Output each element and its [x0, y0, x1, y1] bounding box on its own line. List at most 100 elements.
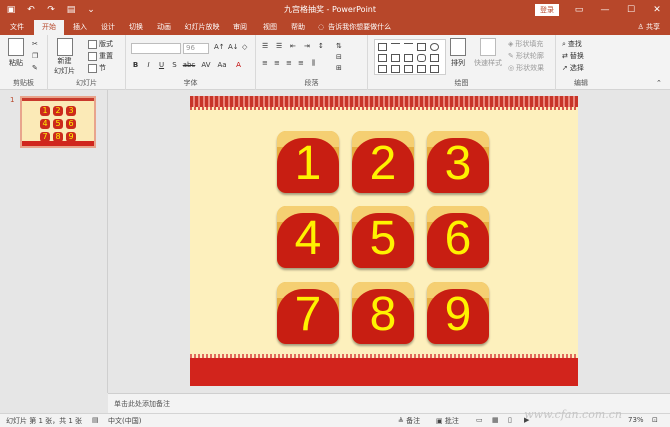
collapse-ribbon-icon[interactable]: ⌃	[656, 79, 662, 87]
font-color-button[interactable]: A	[234, 61, 243, 70]
line-spacing-icon[interactable]: ↕	[318, 42, 324, 50]
grid-cell-3[interactable]: 3	[427, 131, 489, 193]
tab-slide-show[interactable]: 幻灯片放映	[182, 20, 222, 35]
paste-button[interactable]: 粘贴	[8, 38, 24, 68]
login-button[interactable]: 登录	[535, 4, 559, 16]
smartart-icon[interactable]: ⊞	[336, 64, 342, 72]
slide-thumbnail[interactable]: 123456789	[20, 96, 96, 148]
format-painter-icon[interactable]: ✎	[32, 64, 38, 72]
grid-cell-5[interactable]: 5	[352, 206, 414, 268]
close-icon[interactable]: ✕	[644, 0, 670, 20]
justify-icon[interactable]: ≡	[298, 59, 304, 67]
slide-sorter-icon[interactable]: ▦	[492, 416, 499, 424]
font-name-field[interactable]	[131, 43, 181, 54]
copy-icon[interactable]: ❐	[32, 52, 38, 60]
italic-button[interactable]: I	[144, 61, 153, 70]
reading-view-icon[interactable]: ▯	[508, 416, 512, 424]
tab-design[interactable]: 设计	[96, 20, 120, 35]
tab-transitions[interactable]: 切换	[124, 20, 148, 35]
minimize-icon[interactable]: —	[592, 0, 618, 20]
numbering-icon[interactable]: ☰	[276, 42, 282, 50]
shape-line-icon[interactable]	[404, 43, 413, 51]
grid-cell-7[interactable]: 7	[277, 282, 339, 344]
align-left-icon[interactable]: ≡	[262, 59, 268, 67]
shape-effects-button[interactable]: ◎ 形状效果	[508, 63, 544, 73]
decrease-indent-icon[interactable]: ⇤	[290, 42, 296, 50]
grid-cell-8[interactable]: 8	[352, 282, 414, 344]
select-button[interactable]: ➚ 选择	[562, 63, 584, 73]
normal-view-icon[interactable]: ▭	[476, 416, 483, 424]
find-button[interactable]: ⌕ 查找	[562, 39, 582, 49]
start-from-beginning-icon[interactable]: ▤	[64, 3, 78, 17]
change-case-button[interactable]: Aa	[216, 61, 228, 70]
more-shapes-icon[interactable]	[430, 65, 439, 73]
ribbon-display-options-icon[interactable]: ▭	[566, 0, 592, 20]
shape-outline-button[interactable]: ✎ 形状轮廓	[508, 51, 544, 61]
share-button[interactable]: ♙ 共享	[637, 20, 660, 35]
clear-formatting-icon[interactable]: ◇	[242, 43, 247, 51]
new-slide-button[interactable]: 新建 幻灯片	[54, 38, 75, 76]
accessibility-icon[interactable]: ▤	[92, 416, 99, 424]
shape-star-icon[interactable]	[417, 65, 426, 73]
increase-font-icon[interactable]: A↑	[214, 43, 225, 51]
font-size-field[interactable]: 96	[183, 43, 209, 54]
text-direction-icon[interactable]: ⇅	[336, 42, 342, 50]
tell-me-box[interactable]: ◌ 告诉我你想要做什么	[318, 20, 391, 35]
shape-rounded-rect-icon[interactable]	[417, 54, 426, 62]
layout-button[interactable]: 版式	[88, 39, 113, 49]
redo-icon[interactable]: ↷	[44, 3, 58, 17]
tab-file[interactable]: 文件	[4, 20, 30, 35]
shape-arrow-icon[interactable]	[404, 54, 413, 62]
strikethrough-button[interactable]: abc	[182, 61, 196, 70]
shape-star-icon[interactable]	[430, 54, 439, 62]
tab-insert[interactable]: 插入	[66, 20, 94, 35]
tab-review[interactable]: 审阅	[228, 20, 252, 35]
arrange-button[interactable]: 排列	[450, 38, 466, 68]
section-button[interactable]: 节	[88, 63, 106, 73]
shadow-button[interactable]: S	[170, 61, 179, 70]
tab-animations[interactable]: 动画	[152, 20, 176, 35]
columns-icon[interactable]: ⫼	[312, 59, 315, 68]
comments-toggle[interactable]: ▣ 批注	[436, 416, 459, 426]
zoom-level[interactable]: 73%	[628, 416, 644, 424]
align-right-icon[interactable]: ≡	[286, 59, 292, 67]
customize-qat-icon[interactable]: ⌄	[84, 3, 98, 17]
grid-cell-4[interactable]: 4	[277, 206, 339, 268]
increase-indent-icon[interactable]: ⇥	[304, 42, 310, 50]
char-spacing-button[interactable]: AV	[200, 61, 212, 70]
language-status[interactable]: 中文(中国)	[108, 416, 141, 426]
grid-cell-9[interactable]: 9	[427, 282, 489, 344]
quick-styles-button[interactable]: 快速样式	[474, 38, 502, 68]
decrease-font-icon[interactable]: A↓	[228, 43, 239, 51]
slideshow-icon[interactable]: ▶	[524, 416, 529, 424]
slide-canvas[interactable]: 123 456 789	[190, 96, 578, 386]
notes-toggle[interactable]: ≜ 备注	[398, 416, 420, 426]
grid-cell-2[interactable]: 2	[352, 131, 414, 193]
reset-button[interactable]: 重置	[88, 51, 113, 61]
tab-home[interactable]: 开始	[34, 20, 64, 35]
fit-to-window-icon[interactable]: ⊡	[652, 416, 658, 424]
align-center-icon[interactable]: ≡	[274, 59, 280, 67]
tab-view[interactable]: 视图	[258, 20, 282, 35]
save-icon[interactable]: ▣	[4, 3, 18, 17]
maximize-icon[interactable]: ☐	[618, 0, 644, 20]
replace-button[interactable]: ⇄ 替换	[562, 51, 584, 61]
grid-cell-1[interactable]: 1	[277, 131, 339, 193]
shape-oval-icon[interactable]	[430, 43, 439, 51]
shape-line-icon[interactable]	[391, 43, 400, 51]
shape-rectangle-icon[interactable]	[417, 43, 426, 51]
cut-icon[interactable]: ✂	[32, 40, 38, 48]
tab-help[interactable]: 帮助	[286, 20, 310, 35]
shape-callout-icon[interactable]	[404, 65, 413, 73]
shape-fill-button[interactable]: ◈ 形状填充	[508, 39, 543, 49]
shapes-gallery[interactable]	[374, 39, 446, 75]
align-text-icon[interactable]: ⊟	[336, 53, 342, 61]
grid-cell-6[interactable]: 6	[427, 206, 489, 268]
shape-bracket-icon[interactable]	[378, 65, 387, 73]
bullets-icon[interactable]: ☰	[262, 42, 268, 50]
shape-rectangle-icon[interactable]	[378, 43, 387, 51]
bold-button[interactable]: B	[131, 61, 140, 70]
shape-brace-icon[interactable]	[391, 65, 400, 73]
shape-triangle-icon[interactable]	[378, 54, 387, 62]
underline-button[interactable]: U	[157, 61, 166, 70]
